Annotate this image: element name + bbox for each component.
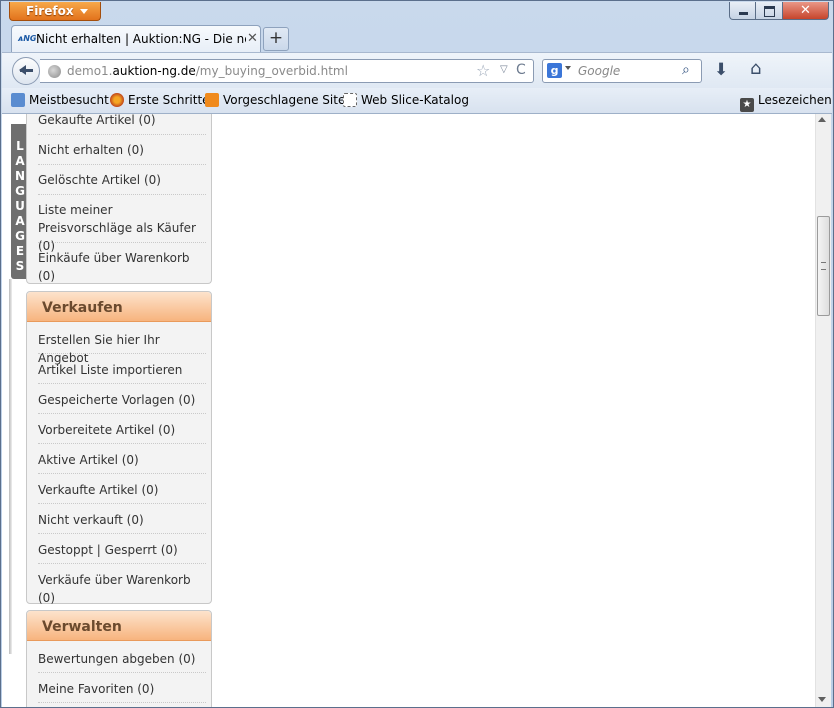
url-host: auktion-ng.de (112, 64, 196, 78)
bookmarks-toolbar: Meistbesucht Erste Schritte Vorgeschlage… (2, 88, 832, 114)
new-tab-button[interactable]: + (263, 27, 289, 51)
scroll-down-icon[interactable] (818, 697, 826, 702)
sidebar-item-nicht-erhalten[interactable]: Nicht erhalten (0) (38, 141, 206, 159)
item-divider (38, 443, 206, 444)
suggested-sites-icon (205, 93, 219, 107)
item-divider (38, 503, 206, 504)
verkaufen-header: Verkaufen (27, 292, 211, 322)
scroll-up-icon[interactable] (818, 117, 826, 122)
item-divider (38, 473, 206, 474)
sidebar-item-gestoppt-gesperrt[interactable]: Gestoppt | Gesperrt (0) (38, 541, 206, 559)
item-divider (38, 672, 206, 673)
panel-title: Verkaufen (42, 300, 123, 316)
bookmark-erste-schritte[interactable]: Erste Schritte (110, 93, 210, 107)
sidebar-item-verkaeufe-warenkorb[interactable]: Verkäufe über Warenkorb (0) (38, 571, 206, 607)
verwalten-panel: Verwalten Bewertungen abgeben (0) Meine … (26, 610, 212, 707)
most-visited-icon (11, 93, 25, 107)
url-prefix: demo1. (67, 64, 113, 78)
bookmarks-menu-label: Lesezeichen (758, 93, 832, 107)
search-placeholder: Google (578, 64, 621, 78)
bookmark-label: Web Slice-Katalog (361, 93, 469, 107)
bookmark-label: Vorgeschlagene Sites (223, 93, 352, 107)
url-path: /my_buying_overbid.html (195, 64, 348, 78)
chevron-down-icon (80, 9, 88, 14)
engine-dropdown-icon[interactable] (565, 66, 571, 70)
sidebar-item-einkaeufe-warenkorb[interactable]: Einkäufe über Warenkorb (0) (38, 249, 206, 285)
bookmarks-star-icon: ★ (740, 98, 754, 112)
url-text[interactable]: demo1.auktion-ng.de/my_buying_overbid.ht… (67, 64, 348, 78)
item-divider (38, 353, 206, 354)
bookmarks-menu-button[interactable]: ★ Lesezeichen (740, 93, 832, 112)
reload-icon[interactable]: C (516, 62, 526, 78)
item-divider (38, 383, 206, 384)
item-divider (38, 134, 206, 135)
home-icon[interactable]: ⌂ (750, 58, 761, 79)
sidebar-item-liste-importieren[interactable]: Artikel Liste importieren (38, 361, 206, 379)
download-icon[interactable]: ⬇ (714, 60, 728, 80)
sidebar-item-verkaufte-artikel[interactable]: Verkaufte Artikel (0) (38, 481, 206, 499)
kaufen-panel: Gekaufte Artikel (0) Nicht erhalten (0) … (26, 114, 212, 284)
url-bar[interactable]: demo1.auktion-ng.de/my_buying_overbid.ht… (40, 59, 534, 83)
sidebar-item-aktive-artikel[interactable]: Aktive Artikel (0) (38, 451, 206, 469)
minimize-button[interactable] (729, 2, 756, 20)
item-divider (38, 242, 206, 243)
scroll-thumb[interactable] (817, 216, 830, 316)
sidebar-item-bewertungen-abgeben[interactable]: Bewertungen abgeben (0) (38, 650, 206, 668)
tab-close-icon[interactable]: ✕ (247, 31, 258, 46)
firefox-icon (110, 93, 124, 107)
bookmark-meistbesucht[interactable]: Meistbesucht (11, 93, 109, 107)
sidebar-item-gespeicherte-vorlagen[interactable]: Gespeicherte Vorlagen (0) (38, 391, 206, 409)
firefox-menu-label: Firefox (26, 4, 74, 18)
bookmark-web-slice-katalog[interactable]: Web Slice-Katalog (343, 93, 469, 107)
bookmark-star-icon[interactable]: ☆ (476, 61, 490, 80)
item-divider (38, 563, 206, 564)
maximize-button[interactable] (756, 2, 783, 20)
bookmark-label: Erste Schritte (128, 93, 210, 107)
close-icon: ✕ (800, 3, 811, 18)
sidebar-item-meine-favoriten[interactable]: Meine Favoriten (0) (38, 680, 206, 698)
site-favicon-icon: ᴀNG (18, 34, 37, 43)
item-divider (38, 533, 206, 534)
panel-title: Verwalten (42, 619, 122, 635)
close-window-button[interactable]: ✕ (783, 2, 829, 20)
google-engine-icon[interactable]: g (547, 63, 562, 78)
verwalten-header: Verwalten (27, 611, 211, 641)
sidebar-item-vorbereitete-artikel[interactable]: Vorbereitete Artikel (0) (38, 421, 206, 439)
item-divider (38, 194, 206, 195)
navigation-toolbar: demo1.auktion-ng.de/my_buying_overbid.ht… (2, 52, 832, 89)
item-divider (38, 164, 206, 165)
globe-icon (48, 65, 61, 78)
vertical-scrollbar[interactable] (815, 114, 831, 707)
item-divider (38, 413, 206, 414)
sidebar-item-gekaufte-artikel[interactable]: Gekaufte Artikel (0) (38, 114, 206, 129)
bookmark-label: Meistbesucht (29, 93, 109, 107)
tab-active[interactable]: ᴀNG Nicht erhalten | Auktion:NG - Die ne… (11, 25, 261, 53)
search-box[interactable]: g Google ⌕ (542, 59, 702, 83)
browser-window: Firefox ✕ ᴀNG Nicht erhalten | Auktion:N… (0, 0, 834, 708)
search-icon[interactable]: ⌕ (682, 62, 690, 78)
languages-tab-shadow (9, 279, 12, 654)
sidebar-item-preisvorschlaege[interactable]: Liste meiner Preisvorschläge als Käufer … (38, 201, 206, 255)
verkaufen-panel: Verkaufen Erstellen Sie hier Ihr Angebot… (26, 291, 212, 607)
item-divider (38, 702, 206, 703)
firefox-menu-button[interactable]: Firefox (9, 2, 101, 21)
sidebar-item-nicht-verkauft[interactable]: Nicht verkauft (0) (38, 511, 206, 529)
history-dropdown-icon[interactable]: ▽ (500, 64, 508, 75)
back-button[interactable] (12, 57, 40, 85)
tab-title: Nicht erhalten | Auktion:NG - Die neue G… (36, 32, 246, 46)
web-slice-icon (343, 93, 357, 107)
sidebar-item-geloeschte-artikel[interactable]: Gelöschte Artikel (0) (38, 171, 206, 189)
bookmark-vorgeschlagene-sites[interactable]: Vorgeschlagene Sites (205, 93, 352, 107)
page-content: L A N G U A G E S Gekaufte Artikel (0) N… (2, 114, 815, 707)
